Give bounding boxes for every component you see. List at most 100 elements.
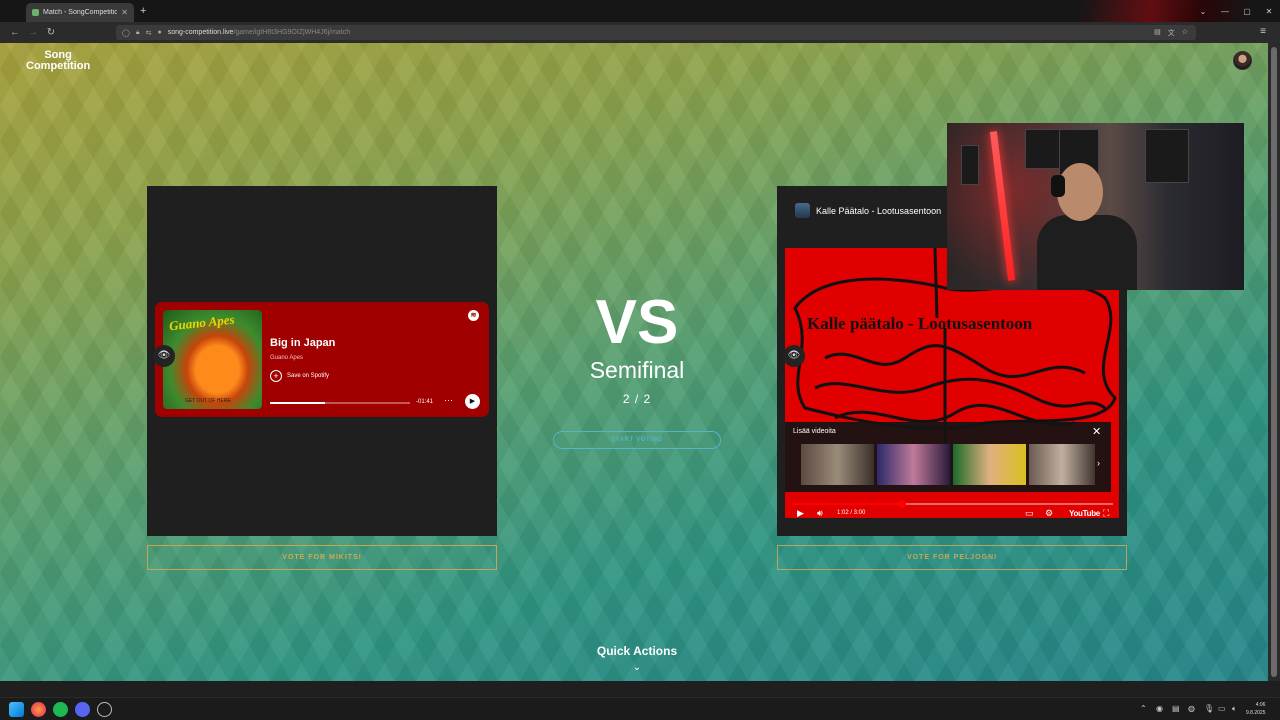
minimize-icon[interactable]: — bbox=[1214, 0, 1236, 22]
browser-titlebar: Match - SongCompetition ✕ + ⌄ — ▢ ✕ bbox=[0, 0, 1280, 22]
close-tab-icon[interactable]: ✕ bbox=[121, 8, 128, 17]
site-info-icon[interactable]: ● bbox=[157, 29, 161, 36]
spotify-icon[interactable] bbox=[53, 702, 68, 717]
bookmark-star-icon[interactable]: ☆ bbox=[1182, 28, 1188, 38]
suggested-video-thumbnail[interactable] bbox=[953, 444, 1026, 485]
more-options-icon[interactable]: ··· bbox=[444, 395, 453, 405]
spotify-embed[interactable]: Guano Apes GET OUT OF HERE Big in Japan … bbox=[155, 302, 489, 417]
taskbar-clock[interactable]: 4:06 9.8.2025 bbox=[1246, 701, 1265, 717]
save-on-spotify-button[interactable]: + Save on Spotify bbox=[270, 370, 329, 382]
vote-right-button[interactable]: VOTE FOR PELJOGNI bbox=[777, 545, 1127, 570]
chevron-right-icon[interactable]: › bbox=[1097, 458, 1100, 468]
album-cover: Guano Apes GET OUT OF HERE bbox=[163, 310, 262, 409]
logo-line-2: Competition bbox=[26, 60, 91, 72]
translate-icon[interactable]: 文 bbox=[1168, 28, 1175, 38]
volume-icon[interactable]: 🔊︎ bbox=[817, 508, 823, 519]
lock-icon[interactable]: 🔒︎ bbox=[136, 29, 140, 37]
address-bar-actions: ▤ 文 ☆ bbox=[1154, 28, 1196, 38]
address-bar[interactable]: ◯ 🔒︎ ⇆ ● song-competition.live/game/igtH… bbox=[116, 25, 1196, 40]
maximize-icon[interactable]: ▢ bbox=[1236, 0, 1258, 22]
tray-app-icon[interactable]: ◉ bbox=[1156, 704, 1163, 713]
channel-avatar[interactable] bbox=[795, 203, 810, 218]
microphone-icon[interactable]: 🎙︎ bbox=[1204, 704, 1214, 713]
track-title[interactable]: Big in Japan bbox=[270, 337, 335, 349]
youtube-controls: ▶ 🔊︎ 1:02 / 3:00 ▭ ⚙ YouTube ⛶ bbox=[785, 498, 1119, 522]
windows-start-icon[interactable] bbox=[9, 702, 24, 717]
youtube-scrubber[interactable] bbox=[897, 500, 906, 508]
tab-title: Match - SongCompetition bbox=[43, 9, 118, 16]
page-content: Song Competition Guano Apes GET OUT OF H… bbox=[0, 43, 1268, 681]
tray-app-icon[interactable]: ◍ bbox=[1188, 704, 1195, 713]
spotify-remaining-time: -01:41 bbox=[416, 399, 434, 405]
clock-time: 4:06 bbox=[1255, 702, 1266, 708]
url-text: song-competition.live/game/igtH8t3HG9OIZ… bbox=[168, 29, 350, 36]
streamer-body bbox=[1037, 215, 1137, 290]
speaker-volume-icon[interactable]: 🔈︎ bbox=[1232, 704, 1237, 714]
quick-actions-toggle[interactable]: Quick Actions bbox=[537, 644, 737, 658]
shield-icon[interactable]: ◯ bbox=[122, 29, 130, 37]
forward-icon[interactable]: → bbox=[26, 26, 40, 40]
subtitles-icon[interactable]: ▭ bbox=[1025, 508, 1034, 519]
url-host: song-competition.live bbox=[167, 29, 234, 36]
youtube-progress-fill bbox=[791, 503, 902, 505]
more-videos-panel: Lisää videoita ✕ › bbox=[785, 422, 1111, 492]
browser-tab-active[interactable]: Match - SongCompetition ✕ bbox=[26, 3, 134, 22]
tray-app-icon[interactable]: ▤ bbox=[1172, 704, 1180, 713]
clock-date: 9.8.2025 bbox=[1246, 710, 1266, 716]
youtube-video-title[interactable]: Kalle Päätalo - Lootusasentoon bbox=[816, 206, 941, 216]
close-window-icon[interactable]: ✕ bbox=[1258, 0, 1280, 22]
round-name: Semifinal bbox=[589, 357, 685, 383]
youtube-logo[interactable]: YouTube bbox=[1069, 509, 1100, 518]
spotify-progress-bar[interactable] bbox=[270, 402, 410, 404]
settings-gear-icon[interactable]: ⚙ bbox=[1045, 508, 1053, 519]
youtube-progress-bar[interactable] bbox=[791, 500, 1113, 508]
user-avatar[interactable] bbox=[1233, 51, 1252, 70]
reload-icon[interactable]: ↻ bbox=[44, 26, 58, 40]
display-icon[interactable]: ▭ bbox=[1218, 704, 1226, 713]
suggested-video-thumbnail[interactable] bbox=[1029, 444, 1095, 485]
wall-poster bbox=[1145, 129, 1189, 183]
new-tab-button[interactable]: + bbox=[140, 5, 146, 17]
start-voting-button[interactable]: START VOTING bbox=[553, 431, 721, 449]
os-taskbar: ⌃ ◉ ▤ ◍ 🎙︎ ▭ 🔈︎ 4:06 9.8.2025 bbox=[0, 697, 1280, 720]
close-more-videos-icon[interactable]: ✕ bbox=[1092, 425, 1101, 438]
save-on-spotify-label: Save on Spotify bbox=[287, 373, 330, 379]
streamer-webcam bbox=[947, 123, 1244, 290]
scrollbar-thumb[interactable] bbox=[1271, 47, 1277, 677]
browser-navbar: ← → ↻ ◯ 🔒︎ ⇆ ● song-competition.live/gam… bbox=[0, 22, 1280, 43]
suggested-video-thumbnail[interactable] bbox=[801, 444, 874, 485]
more-videos-title: Lisää videoita bbox=[793, 428, 836, 435]
firefox-icon[interactable] bbox=[31, 702, 46, 717]
obs-icon[interactable] bbox=[97, 702, 112, 717]
hide-entry-eye-icon[interactable]: 👁︎ bbox=[153, 345, 175, 367]
permissions-icon[interactable]: ⇆ bbox=[146, 29, 152, 37]
reader-icon[interactable]: ▤ bbox=[1154, 28, 1161, 38]
site-favicon-icon bbox=[32, 9, 39, 16]
play-icon[interactable]: ▶ bbox=[797, 508, 804, 519]
chevron-down-icon[interactable]: ⌄ bbox=[627, 662, 647, 673]
vote-left-button[interactable]: VOTE FOR MIKITSI bbox=[147, 545, 497, 570]
discord-icon[interactable] bbox=[75, 702, 90, 717]
tray-expand-icon[interactable]: ⌃ bbox=[1140, 704, 1147, 713]
hamburger-menu-icon[interactable]: ≡ bbox=[1260, 26, 1266, 37]
hide-entry-eye-icon[interactable]: 👁︎ bbox=[783, 345, 805, 367]
album-cover-subtitle: GET OUT OF HERE bbox=[185, 398, 231, 404]
album-cover-title: Guano Apes bbox=[168, 311, 236, 334]
headset-icon bbox=[1051, 175, 1065, 197]
play-icon[interactable]: ▶ bbox=[465, 394, 480, 409]
fullscreen-icon[interactable]: ⛶ bbox=[1103, 508, 1109, 519]
suggested-video-thumbnail[interactable] bbox=[877, 444, 950, 485]
back-icon[interactable]: ← bbox=[8, 26, 22, 40]
streamer bbox=[1037, 163, 1137, 290]
vs-heading: VS bbox=[595, 288, 679, 357]
left-entry-panel: Guano Apes GET OUT OF HERE Big in Japan … bbox=[147, 186, 497, 536]
site-logo[interactable]: Song Competition bbox=[26, 50, 90, 72]
page-scrollbar[interactable] bbox=[1268, 43, 1280, 681]
dropdown-icon[interactable]: ⌄ bbox=[1192, 0, 1214, 22]
match-progress: 2 / 2 bbox=[622, 392, 652, 406]
youtube-time: 1:02 / 3:00 bbox=[837, 510, 866, 516]
url-path: /game/igtH8t3HG9OIZjWH4J6j/match bbox=[233, 29, 351, 36]
track-artist[interactable]: Guano Apes bbox=[270, 355, 303, 361]
spotify-progress-fill bbox=[270, 402, 325, 404]
spotify-logo-icon[interactable]: ≋ bbox=[468, 310, 479, 321]
